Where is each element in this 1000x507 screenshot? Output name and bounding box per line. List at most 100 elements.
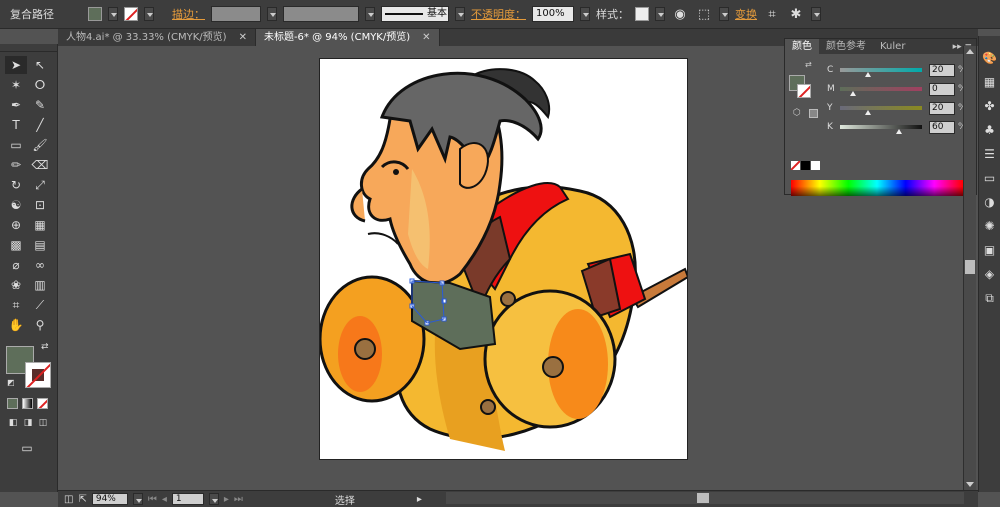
variable-width-dropdown[interactable] [365, 7, 375, 21]
status-menu-icon[interactable]: ▸ [417, 494, 422, 505]
vertical-scrollbar[interactable] [963, 46, 976, 490]
swatches-icon[interactable]: ▦ [982, 74, 998, 90]
transparency-icon[interactable]: ◑ [982, 194, 998, 210]
artboards-icon[interactable]: ⧉ [982, 290, 998, 306]
isolate-icon[interactable]: ⌗ [763, 5, 781, 23]
draw-normal-icon[interactable]: ◧ [7, 417, 19, 429]
vertical-scroll-thumb[interactable] [965, 260, 975, 274]
gradient-icon[interactable]: ▭ [982, 170, 998, 186]
character-artwork[interactable] [320, 59, 688, 460]
share-icon[interactable]: ⇱ [78, 494, 86, 505]
color-mode-icon[interactable] [7, 398, 18, 409]
brush-style-field[interactable]: 基本 [381, 6, 449, 22]
symbol-sprayer-tool-icon[interactable]: ❀ [5, 276, 27, 294]
line-tool-icon[interactable]: ╱ [29, 116, 51, 134]
lasso-tool-icon[interactable]: ⵔ [29, 76, 51, 94]
zoom-field[interactable]: 94% [91, 493, 128, 505]
fill-swatch[interactable] [88, 7, 102, 21]
tab-document-2[interactable]: 未标题-6* @ 94% (CMYK/预览) ✕ [255, 29, 440, 46]
type-tool-icon[interactable]: T [5, 116, 27, 134]
close-icon[interactable]: ✕ [239, 29, 247, 46]
graphic-styles-icon[interactable]: ▣ [982, 242, 998, 258]
brushes-icon[interactable]: ✤ [982, 98, 998, 114]
default-colors-icon[interactable]: ◩ [7, 378, 15, 387]
layers-icon[interactable]: ◈ [982, 266, 998, 282]
black-swatch[interactable] [801, 161, 810, 170]
artboard-number-field[interactable]: 1 [171, 493, 204, 505]
previous-artboard-icon[interactable]: ◂ [162, 494, 167, 505]
first-artboard-icon[interactable]: ⏮ [148, 494, 157, 505]
pen-tool-icon[interactable]: ✒ [5, 96, 27, 114]
direct-selection-tool-icon[interactable]: ↖ [29, 56, 51, 74]
none-mode-icon[interactable] [37, 398, 48, 409]
slice-tool-icon[interactable]: ⟋ [29, 296, 51, 314]
variable-width-field[interactable] [283, 6, 359, 22]
tab-kuler[interactable]: Kuler [873, 39, 912, 54]
cyan-value-field[interactable]: 20 [929, 63, 955, 77]
curvature-tool-icon[interactable]: ✎ [29, 96, 51, 114]
out-of-gamut-icon[interactable]: ⬡ [793, 108, 801, 118]
fill-dropdown[interactable] [108, 7, 118, 21]
tab-document-1[interactable]: 人物4.ai* @ 33.33% (CMYK/预览) ✕ [58, 29, 256, 46]
gradient-mode-icon[interactable] [22, 398, 33, 409]
stroke-color-box[interactable] [25, 362, 51, 388]
yellow-value-field[interactable]: 20 [929, 101, 955, 115]
eraser-tool-icon[interactable]: ⌫ [29, 156, 51, 174]
magenta-slider-knob[interactable] [850, 91, 856, 96]
shape-builder-tool-icon[interactable]: ⊕ [5, 216, 27, 234]
stroke-weight-dropdown[interactable] [267, 7, 277, 21]
scroll-up-icon[interactable] [966, 49, 974, 54]
black-slider[interactable] [840, 125, 922, 134]
panel-grip[interactable] [0, 44, 57, 52]
magenta-value-field[interactable]: 0 [929, 82, 955, 96]
black-value-field[interactable]: 60 [929, 120, 955, 134]
cyan-slider[interactable] [840, 68, 922, 77]
pencil-tool-icon[interactable]: ✏ [5, 156, 27, 174]
swap-icon[interactable]: ⇄ [41, 342, 49, 352]
scale-tool-icon[interactable]: ⤢ [29, 176, 51, 194]
draw-behind-icon[interactable]: ◨ [22, 417, 34, 429]
transform-link[interactable]: 变换 [735, 6, 757, 22]
next-artboard-icon[interactable]: ▸ [224, 494, 229, 505]
white-swatch[interactable] [811, 161, 820, 170]
artboard-tool-icon[interactable]: ⌗ [5, 296, 27, 314]
opacity-field[interactable]: 100% [532, 6, 574, 22]
align-grid-icon[interactable]: ⬚ [695, 5, 713, 23]
hand-tool-icon[interactable]: ✋ [5, 316, 27, 334]
selection-tool-icon[interactable]: ➤ [5, 56, 27, 74]
color-panel-icon[interactable]: 🎨 [982, 50, 998, 66]
appearance-icon[interactable]: ✺ [982, 218, 998, 234]
rotate-tool-icon[interactable]: ↻ [5, 176, 27, 194]
gradient-tool-icon[interactable]: ▤ [29, 236, 51, 254]
swap-icon[interactable]: ⇄ [805, 60, 812, 69]
panel-stroke-swatch[interactable] [797, 84, 811, 98]
horizontal-scroll-thumb[interactable] [697, 493, 709, 503]
free-transform-tool-icon[interactable]: ⊡ [29, 196, 51, 214]
tab-color-guide[interactable]: 颜色参考 [819, 39, 873, 54]
zoom-tool-icon[interactable]: ⚲ [29, 316, 51, 334]
recolor-artwork-icon[interactable]: ◉ [671, 5, 689, 23]
graphic-style-dropdown[interactable] [655, 7, 665, 21]
last-artboard-icon[interactable]: ⏭ [234, 494, 243, 505]
tab-color[interactable]: 颜色 [785, 39, 819, 54]
black-slider-knob[interactable] [895, 129, 902, 134]
graphic-style-swatch[interactable] [635, 7, 649, 21]
draw-inside-icon[interactable]: ◫ [37, 417, 49, 429]
close-icon[interactable]: ✕ [422, 29, 430, 46]
drawing-mode-icon[interactable]: ◫ [64, 494, 73, 505]
artboard-dropdown[interactable] [208, 493, 219, 505]
screen-mode-icon[interactable]: ▭ [16, 439, 38, 457]
paintbrush-tool-icon[interactable]: 🖌 [29, 136, 51, 154]
artboard[interactable] [319, 58, 688, 460]
cyan-slider-knob[interactable] [865, 72, 872, 77]
zoom-dropdown[interactable] [132, 493, 143, 505]
color-spectrum[interactable] [791, 180, 963, 196]
none-swatch[interactable] [791, 161, 800, 170]
brush-style-dropdown[interactable] [455, 7, 465, 21]
stroke-icon[interactable]: ☰ [982, 146, 998, 162]
rectangle-tool-icon[interactable]: ▭ [5, 136, 27, 154]
opacity-link[interactable]: 不透明度： [471, 6, 526, 22]
stroke-link[interactable]: 描边： [172, 6, 205, 22]
more-options-dropdown[interactable] [811, 7, 821, 21]
opacity-dropdown[interactable] [580, 7, 590, 21]
